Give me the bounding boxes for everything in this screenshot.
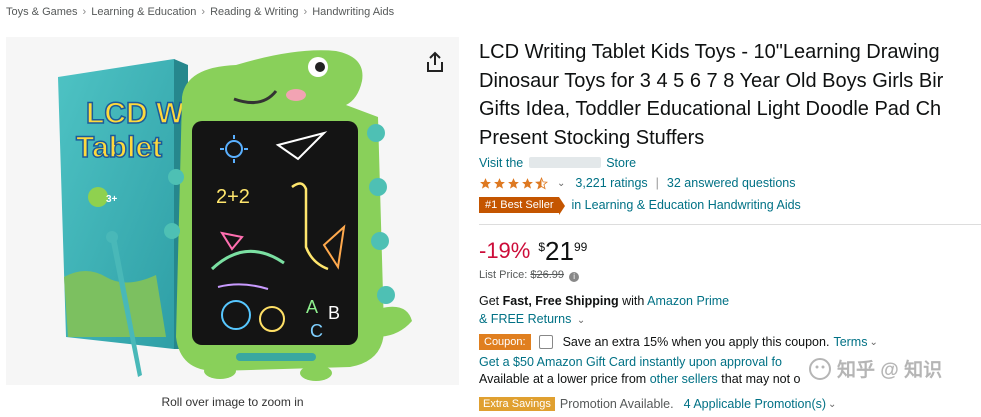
svg-text:2+2: 2+2 [216,186,250,208]
price-block: -19% $ 21 99 [479,237,981,267]
chevron-down-icon[interactable]: ⌄ [557,178,565,189]
best-seller-line: #1 Best Seller in Learning & Education H… [479,196,981,215]
title-line: Dinosaur Toys for 3 4 5 6 7 8 Year Old B… [479,69,944,92]
coupon-terms-link[interactable]: Terms [833,335,867,349]
chevron-down-icon[interactable]: ⌄ [869,337,877,348]
box-title-line1: LCD W [86,97,185,130]
breadcrumb-toys-games[interactable]: Toys & Games [6,6,78,18]
star-rating[interactable] [479,176,549,190]
best-seller-badge[interactable]: #1 Best Seller [479,197,567,215]
store-prefix: Visit the [479,156,524,170]
info-icon[interactable]: i [569,272,580,282]
extra-savings-line: Extra Savings Promotion Available. 4 App… [479,397,846,411]
title-line: Present Stocking Stuffers [479,126,705,149]
title-line: Gifts Idea, Toddler Educational Light Do… [479,98,942,120]
star-full-icon [522,177,533,189]
lower-price-prefix: Available at a lower price from [479,372,647,386]
product-title: LCD Writing Tablet Kids Toys - 10"Learni… [479,38,981,152]
rating-line: ⌄ 3,221 ratings | 32 answered questions [479,174,981,192]
svg-text:B: B [328,303,340,323]
promotion-status: Promotion Available. [559,397,674,411]
breadcrumb-handwriting-aids[interactable]: Handwriting Aids [312,6,394,18]
shipping-bold: Fast, Free Shipping [502,294,619,308]
breadcrumb-separator: › [201,6,206,18]
watermark-text: 知乎 @ 知识 [837,360,943,381]
separator: | [655,176,659,190]
breadcrumb: Toys & Games › Learning & Education › Readin… [6,6,394,18]
list-price-label: List Price: [479,269,528,281]
price-fraction: 99 [573,240,588,254]
shipping-mid: with [622,294,645,308]
applicable-promotions-link[interactable]: 4 Applicable Promotion(s) [684,397,826,411]
svg-text:A: A [306,297,318,317]
ratings-count-link[interactable]: 3,221 ratings [575,176,647,190]
breadcrumb-separator: › [82,6,87,18]
coupon-line: Coupon: Save an extra 15% when you apply… [479,334,981,350]
shipping-prefix: Get [479,294,500,308]
chevron-down-icon: ⌄ [576,315,586,326]
store-suffix: Store [606,156,637,170]
breadcrumb-reading-writing[interactable]: Reading & Writing [210,6,298,18]
divider [479,224,981,225]
amazon-prime-link[interactable]: Amazon Prime [647,294,729,308]
extra-savings-badge: Extra Savings [479,397,555,411]
store-link[interactable]: Visit the Store [479,156,981,172]
zhihu-logo-icon [809,357,831,380]
breadcrumb-separator: › [303,6,308,18]
dinosaur-tablet-illustration: LCD W Tablet 3+ 2+2 A B C [58,50,412,381]
title-line: LCD Writing Tablet Kids Toys - 10"Learni… [479,41,940,63]
box-age-label: 3+ [106,194,118,205]
shipping-line: Get Fast, Free Shipping with Amazon Prim… [479,294,981,308]
discount-percent: -19% [479,238,531,263]
breadcrumb-learning-education[interactable]: Learning & Education [91,6,196,18]
chevron-down-icon[interactable]: ⌄ [828,399,836,410]
coupon-text: Save an extra 15% when you apply this co… [562,335,830,349]
coupon-checkbox[interactable] [538,335,553,349]
best-seller-category-link[interactable]: in Learning & Education Handwriting Aids [571,198,800,212]
store-name-redacted [528,157,601,168]
coupon-badge: Coupon: [479,334,531,350]
share-icon[interactable] [424,50,446,74]
box-title-line2: Tablet [76,131,162,164]
star-full-icon [494,177,505,189]
price-currency: $ [538,240,546,254]
lower-price-suffix: that may not o [721,372,801,386]
price-whole: 21 [545,236,574,266]
list-price: List Price: $26.99 i [479,269,981,282]
product-info: LCD Writing Tablet Kids Toys - 10"Learni… [479,38,981,386]
product-image[interactable]: LCD W Tablet 3+ 2+2 A B C [6,37,459,385]
star-half-icon [535,176,548,190]
answered-questions-link[interactable]: 32 answered questions [667,176,796,190]
star-full-icon [508,177,519,189]
star-full-icon [480,177,491,189]
free-returns-link[interactable]: & FREE Returns ⌄ [479,312,981,326]
free-returns-label: & FREE Returns [479,312,572,326]
svg-text:C: C [310,321,323,341]
watermark: 知乎 @ 知识 [808,355,942,382]
other-sellers-link[interactable]: other sellers [650,372,718,386]
list-price-value: $26.99 [530,269,565,281]
zoom-hint: Roll over image to zoom in [161,395,304,409]
